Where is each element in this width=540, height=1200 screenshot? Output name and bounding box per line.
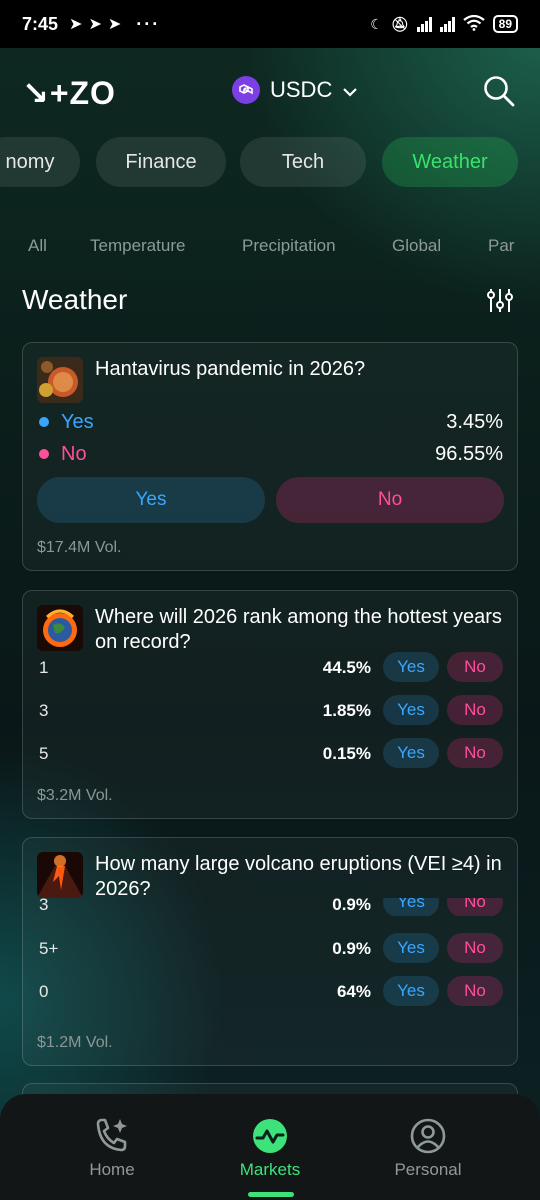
subtab-partial[interactable]: Par: [488, 236, 514, 256]
outcome-percent: 96.55%: [435, 443, 503, 465]
outcome-percent: 0.15%: [322, 744, 371, 763]
moon-icon: ☾: [370, 15, 383, 32]
more-notifications-icon: ···: [136, 13, 161, 34]
bottom-nav: Home Markets Personal: [0, 1094, 540, 1200]
outcome-percent: 1.85%: [322, 701, 371, 720]
outcome-label: 5+: [39, 939, 59, 958]
markets-icon: [250, 1116, 290, 1156]
telegram-icon: ➤: [69, 16, 83, 33]
chevron-down-icon: [342, 77, 358, 103]
market-card[interactable]: Where will 2026 rank among the hottest y…: [22, 590, 518, 819]
no-dot: [39, 449, 49, 459]
market-volume: $3.2M Vol.: [37, 787, 113, 804]
market-card[interactable]: Hantavirus pandemic in 2026? Yes 3.45% N…: [22, 342, 518, 571]
nav-label: Home: [89, 1160, 135, 1179]
market-image: [37, 605, 83, 651]
outcome-label: 0: [39, 982, 49, 1001]
outcome-row: 5 0.15% Yes No: [37, 737, 503, 771]
outcome-yes-button[interactable]: Yes: [383, 738, 439, 768]
yes-dot: [39, 417, 49, 427]
signal-icon: [416, 16, 432, 32]
subcategory-tabs: All Temperature Precipitation Global Par: [0, 232, 540, 262]
subtab-precipitation[interactable]: Precipitation: [242, 236, 336, 256]
status-time: 7:45: [22, 13, 59, 34]
market-image: [37, 852, 83, 898]
market-title: How many large volcano eruptions (VEI ≥4…: [95, 853, 502, 900]
subtab-all[interactable]: All: [28, 236, 47, 256]
outcome-percent: 44.5%: [322, 658, 371, 677]
nav-home[interactable]: Home: [52, 1116, 172, 1180]
market-image: [37, 357, 83, 403]
outcome-label: 3: [39, 701, 49, 720]
nav-label: Markets: [239, 1160, 301, 1179]
outcome-row: 0 64% Yes No: [37, 975, 503, 1009]
tab-finance[interactable]: Finance: [96, 137, 226, 187]
nav-label: Personal: [394, 1160, 462, 1179]
status-bar: 7:45 ➤ ➤ ➤ ··· ☾ 🔕︎ 89: [0, 0, 540, 48]
outcome-percent: 64%: [336, 982, 371, 1001]
outcome-percent: 3.45%: [446, 411, 503, 433]
category-tabs: nomy Finance Tech Weather: [0, 137, 540, 189]
outcome-percent: 0.9%: [332, 939, 371, 958]
outcome-label: No: [61, 443, 87, 465]
outcome-no-button[interactable]: No: [447, 898, 503, 916]
outcome-no-button[interactable]: No: [447, 738, 503, 768]
outcome-no-button[interactable]: No: [447, 652, 503, 682]
currency-label: USDC: [270, 77, 333, 102]
tab-tech[interactable]: Tech: [240, 137, 366, 187]
outcome-row: 1 44.5% Yes No: [37, 651, 503, 685]
battery-icon: 89: [492, 15, 518, 33]
subtab-temperature[interactable]: Temperature: [90, 236, 185, 256]
market-volume: $1.2M Vol.: [37, 1034, 113, 1051]
outcome-row-no: No 96.55%: [37, 441, 503, 467]
buy-no-button[interactable]: No: [276, 477, 504, 523]
outcome-no-button[interactable]: No: [447, 695, 503, 725]
telegram-icon: ➤: [107, 16, 122, 33]
outcome-row: 3 0.9% Yes No: [37, 898, 503, 916]
market-volume: $17.4M Vol.: [37, 539, 122, 556]
outcome-row: 5+ 0.9% Yes No: [37, 932, 503, 966]
market-card[interactable]: How many large volcano eruptions (VEI ≥4…: [22, 837, 518, 1066]
active-tab-indicator: [248, 1192, 294, 1197]
outcome-yes-button[interactable]: Yes: [383, 898, 439, 916]
search-icon[interactable]: [482, 74, 516, 108]
outcome-percent: 0.9%: [332, 898, 371, 914]
currency-selector[interactable]: USDC: [232, 76, 358, 104]
telegram-icon: ➤: [88, 16, 102, 33]
outcome-label: Yes: [61, 411, 94, 433]
outcome-row: 3 1.85% Yes No: [37, 694, 503, 728]
outcome-no-button[interactable]: No: [447, 976, 503, 1006]
outcome-row-yes: Yes 3.45%: [37, 409, 503, 435]
polygon-icon: [232, 76, 260, 104]
phone-sparkle-icon: [92, 1116, 132, 1156]
subtab-global[interactable]: Global: [392, 236, 441, 256]
outcome-yes-button[interactable]: Yes: [383, 652, 439, 682]
buy-yes-button[interactable]: Yes: [37, 477, 265, 523]
app-logo[interactable]: ↘+ZO: [22, 74, 116, 112]
tab-weather[interactable]: Weather: [382, 137, 518, 187]
outcome-yes-button[interactable]: Yes: [383, 695, 439, 725]
outcome-yes-button[interactable]: Yes: [383, 976, 439, 1006]
outcome-yes-button[interactable]: Yes: [383, 933, 439, 963]
wifi-icon: [462, 14, 485, 34]
outcome-no-button[interactable]: No: [447, 933, 503, 963]
signal-icon: [439, 16, 455, 32]
outcome-label: 3: [39, 898, 49, 914]
outcome-label: 5: [39, 744, 49, 763]
user-icon: [408, 1116, 448, 1156]
mute-icon: 🔕︎: [390, 15, 409, 32]
nav-markets[interactable]: Markets: [210, 1116, 330, 1180]
top-bar: ↘+ZO USDC: [0, 60, 540, 120]
market-title: Hantavirus pandemic in 2026?: [95, 358, 366, 380]
market-title: Where will 2026 rank among the hottest y…: [95, 606, 502, 653]
tab-economy[interactable]: nomy: [0, 137, 80, 187]
outcome-label: 1: [39, 658, 49, 677]
section-title: Weather: [22, 284, 128, 315]
filter-icon[interactable]: [486, 286, 514, 314]
nav-personal[interactable]: Personal: [368, 1116, 488, 1180]
